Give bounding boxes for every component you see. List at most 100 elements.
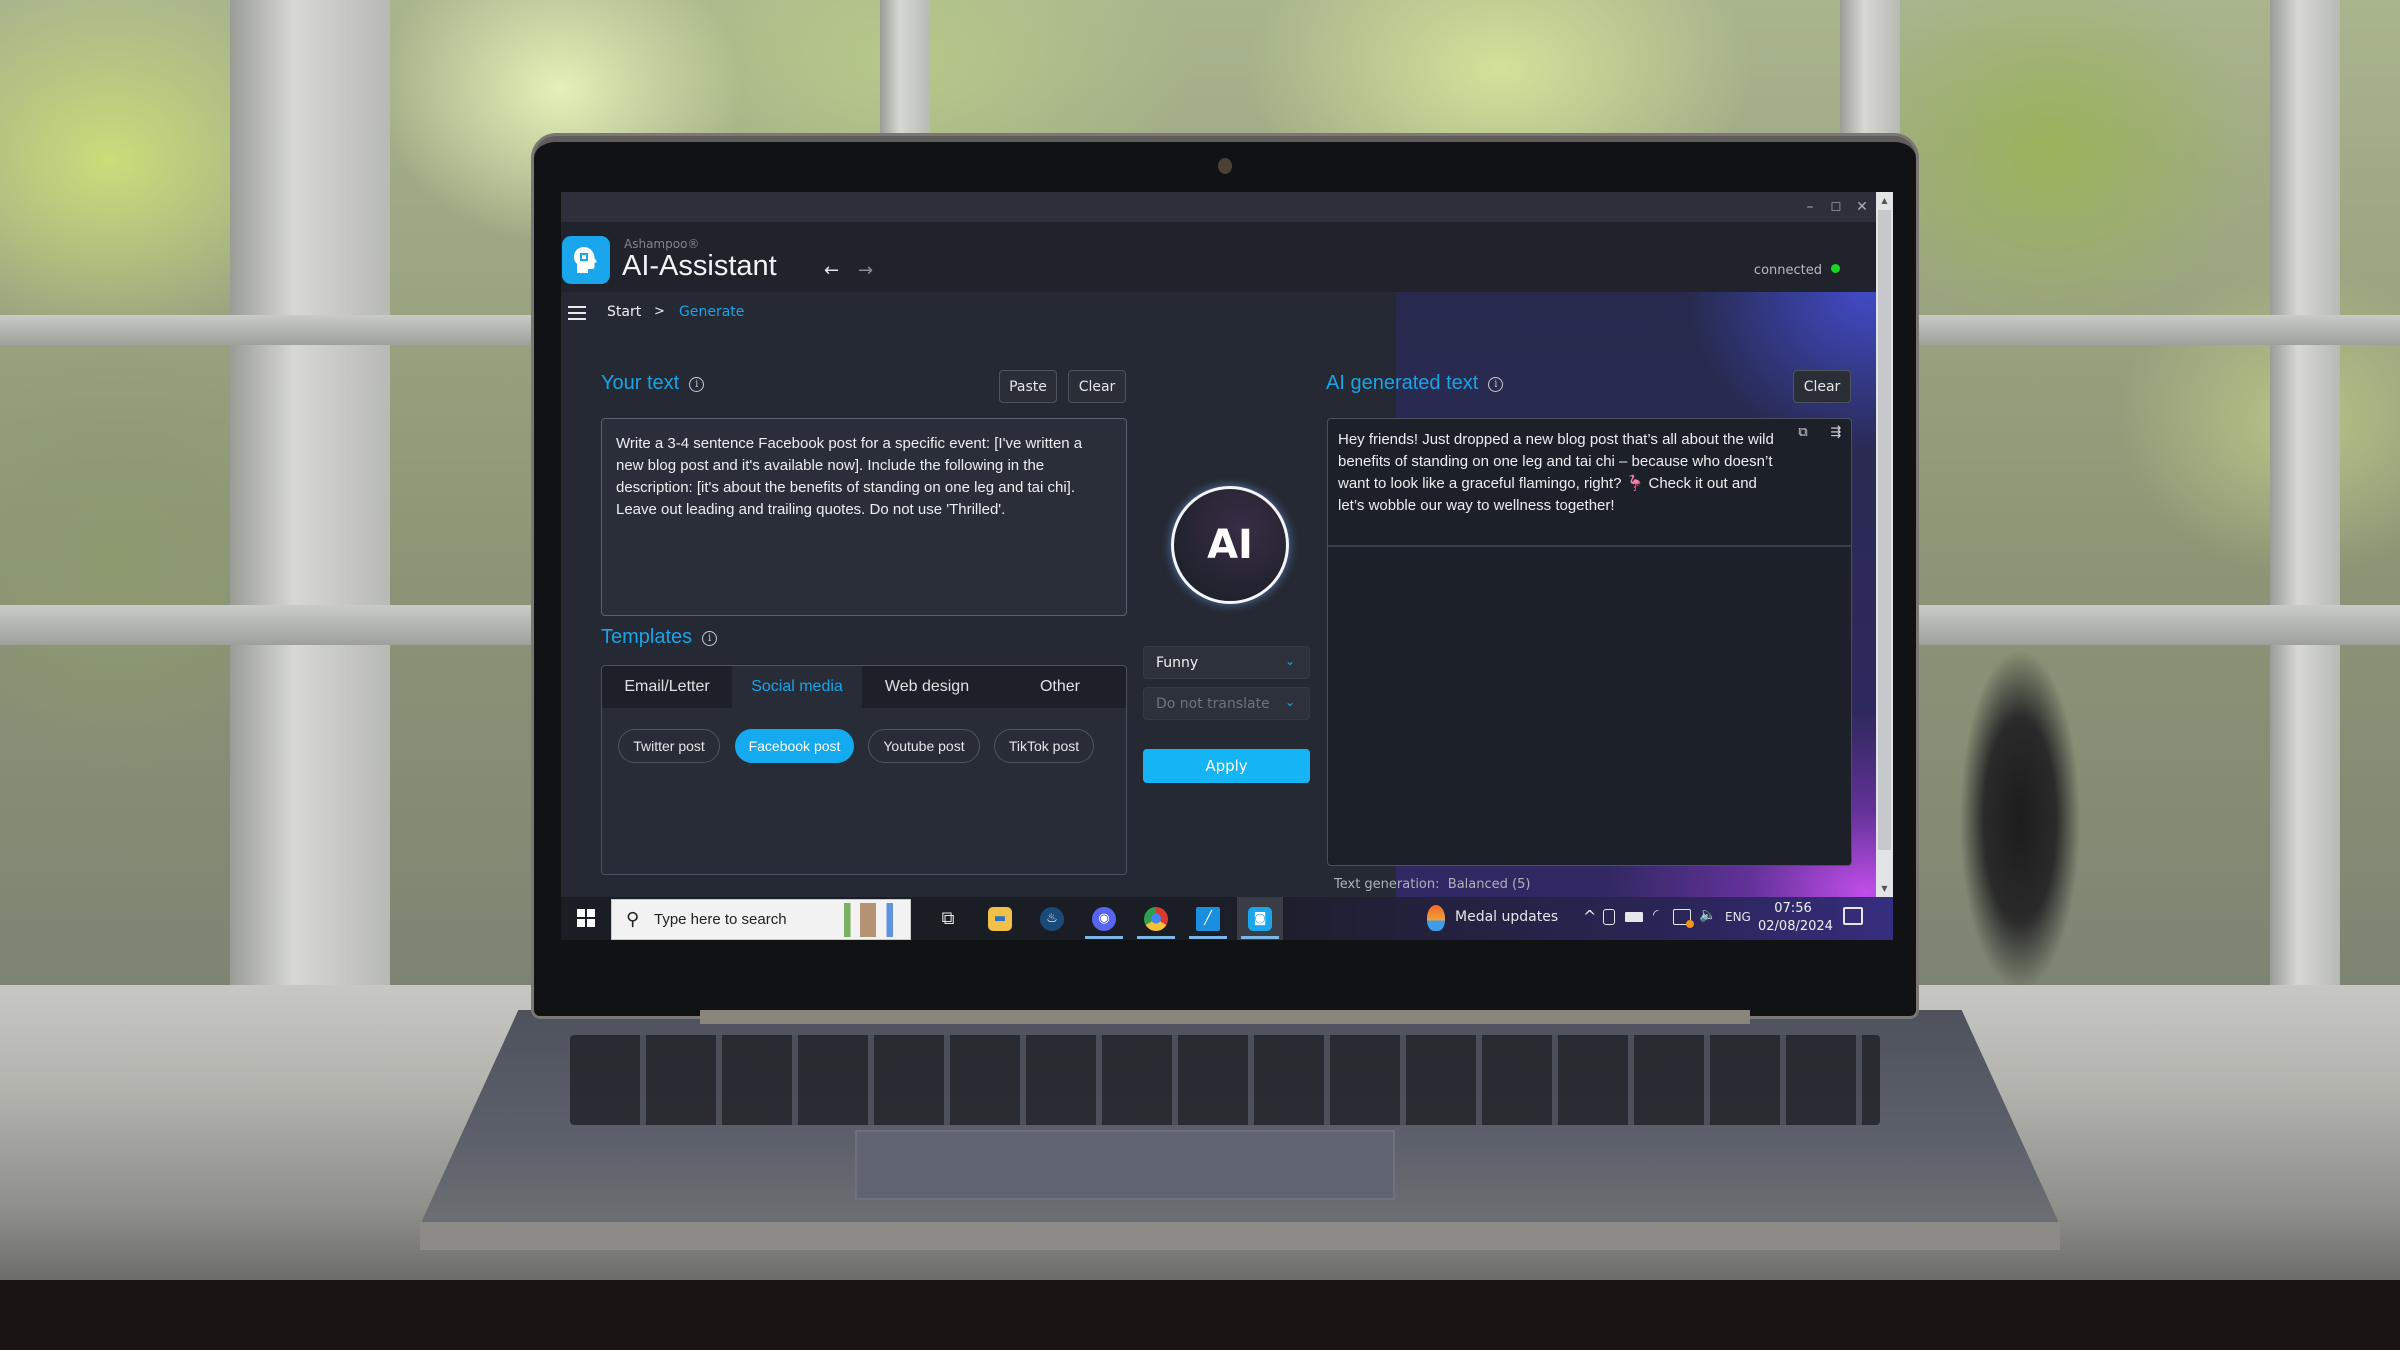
clock-date: 02/08/2024 (1758, 919, 1833, 934)
clear-output-button[interactable]: Clear (1793, 370, 1851, 403)
ai-assistant-icon: ◙ (1248, 906, 1272, 931)
tray-overflow-icon[interactable]: ^ (1583, 907, 1596, 926)
tone-value: Funny (1156, 654, 1199, 671)
templates-panel: Email/Letter Social media Web design Oth… (601, 665, 1127, 875)
taskbar-search-input[interactable]: ⚲ Type here to search (611, 899, 911, 940)
breadcrumb-start[interactable]: Start (607, 304, 641, 320)
app-title: AI-Assistant (622, 250, 777, 282)
medal-updates-label[interactable]: Medal updates (1455, 909, 1558, 925)
connection-status: connected (1754, 263, 1840, 278)
ai-badge: AI (1171, 486, 1289, 604)
windows-start-icon[interactable] (577, 909, 595, 927)
battery-icon[interactable] (1625, 912, 1643, 922)
info-icon[interactable]: i (689, 377, 705, 392)
taskbar: ⚲ Type here to search ⧉ ▬ ♨ ◉ ● ╱ ◙ Meda… (561, 897, 1893, 940)
clock-time: 07:56 (1774, 901, 1812, 916)
taskbar-blue-app[interactable]: ╱ (1185, 897, 1231, 940)
template-tiktok-post[interactable]: TikTok post (994, 729, 1094, 763)
maximize-button[interactable]: ☐ (1825, 196, 1847, 218)
tab-label: Email/Letter (624, 678, 710, 695)
clear-input-button[interactable]: Clear (1068, 370, 1126, 403)
scrollbar-thumb[interactable] (1878, 210, 1891, 850)
window-frame (230, 0, 390, 990)
taskbar-ai-assistant[interactable]: ◙ (1237, 897, 1283, 940)
ai-assistant-window: – ☐ ✕ Ashampoo® AI-Assistant ← → connect… (561, 192, 1876, 897)
vertical-scrollbar[interactable]: ▲ ▼ (1876, 192, 1893, 897)
text-generation-status: Text generation: Balanced (5) (1334, 877, 1530, 892)
close-button[interactable]: ✕ (1851, 196, 1873, 218)
running-indicator (1189, 936, 1227, 939)
info-icon[interactable]: i (702, 631, 718, 646)
tab-other[interactable]: Other (992, 666, 1126, 708)
search-icon: ⚲ (626, 909, 640, 930)
your-text-heading: Your text i (601, 372, 705, 395)
minimize-button[interactable]: – (1799, 196, 1821, 218)
running-indicator (1241, 936, 1279, 939)
running-indicator (1137, 936, 1175, 939)
translate-dropdown[interactable]: Do not translate ⌄ (1143, 687, 1310, 720)
laptop-front-edge (420, 1222, 2060, 1250)
prompt-textarea[interactable]: Write a 3-4 sentence Facebook post for a… (601, 418, 1127, 616)
running-indicator (1085, 936, 1123, 939)
output-panel: Hey friends! Just dropped a new blog pos… (1327, 418, 1852, 866)
template-twitter-post[interactable]: Twitter post (618, 729, 720, 763)
tab-label: Social media (751, 678, 843, 695)
chevron-down-icon: ⌄ (1284, 695, 1295, 709)
taskbar-discord[interactable]: ◉ (1081, 897, 1127, 940)
wifi-icon[interactable]: ◜ (1653, 907, 1658, 923)
taskbar-steam[interactable]: ♨ (1029, 897, 1075, 940)
app-logo (562, 236, 610, 284)
ai-generated-heading: AI generated text i (1326, 372, 1504, 395)
app-tray-icon[interactable] (1673, 909, 1694, 928)
search-highlight-illustration (824, 903, 904, 937)
medal-icon[interactable] (1427, 905, 1445, 931)
taskbar-task-view[interactable]: ⧉ (925, 897, 971, 940)
taskbar-chrome[interactable]: ● (1133, 897, 1179, 940)
laptop-keyboard (570, 1035, 1880, 1125)
hamburger-menu-icon[interactable] (568, 306, 586, 320)
templates-label: Templates (601, 626, 693, 648)
discord-icon: ◉ (1092, 906, 1116, 931)
taskbar-clock[interactable]: 07:56 02/08/2024 (1758, 900, 1833, 936)
tab-social-media[interactable]: Social media (732, 666, 862, 708)
brand-name: Ashampoo® (624, 237, 700, 251)
template-facebook-post[interactable]: Facebook post (735, 729, 854, 763)
language-indicator[interactable]: ENG (1725, 910, 1751, 924)
tone-dropdown[interactable]: Funny ⌄ (1143, 646, 1310, 679)
notification-center-icon[interactable] (1843, 907, 1863, 925)
breadcrumb-generate[interactable]: Generate (679, 304, 744, 320)
breadcrumb-separator: > (654, 304, 665, 319)
output-divider (1328, 545, 1851, 547)
chrome-icon: ● (1144, 906, 1168, 931)
your-text-label: Your text (601, 372, 680, 394)
blue-app-icon: ╱ (1196, 906, 1220, 931)
forward-arrow-icon[interactable]: → (858, 260, 873, 281)
back-arrow-icon[interactable]: ← (824, 260, 839, 281)
template-youtube-post[interactable]: Youtube post (868, 729, 980, 763)
tab-label: Web design (884, 678, 970, 695)
apply-button[interactable]: Apply (1143, 749, 1310, 783)
laptop-screen: – ☐ ✕ Ashampoo® AI-Assistant ← → connect… (561, 192, 1893, 940)
status-label: Text generation: (1334, 877, 1440, 892)
ai-generated-label: AI generated text (1326, 372, 1479, 394)
chevron-down-icon: ⌄ (1284, 654, 1295, 668)
taskbar-file-explorer[interactable]: ▬ (977, 897, 1023, 940)
laptop-trackpad (855, 1130, 1395, 1200)
info-icon[interactable]: i (1488, 377, 1504, 392)
tab-email-letter[interactable]: Email/Letter (602, 666, 732, 708)
tab-web-design[interactable]: Web design (862, 666, 992, 708)
head-chip-icon (574, 247, 597, 273)
insert-share-icon[interactable]: ⇶ (1827, 425, 1845, 443)
connection-label: connected (1753, 263, 1822, 278)
scroll-up-icon[interactable]: ▲ (1876, 192, 1893, 209)
title-bar: – ☐ ✕ (561, 192, 1876, 222)
copy-icon[interactable]: ⧉ (1794, 425, 1812, 443)
status-value: Balanced (5) (1447, 877, 1531, 892)
generated-text[interactable]: Hey friends! Just dropped a new blog pos… (1338, 429, 1778, 517)
paste-button[interactable]: Paste (999, 370, 1057, 403)
meet-now-icon[interactable] (1603, 909, 1615, 925)
volume-icon[interactable]: 🔈 (1699, 907, 1716, 923)
translate-value: Do not translate (1156, 695, 1270, 712)
laptop-hinge (700, 1010, 1750, 1024)
scroll-down-icon[interactable]: ▼ (1876, 880, 1893, 897)
